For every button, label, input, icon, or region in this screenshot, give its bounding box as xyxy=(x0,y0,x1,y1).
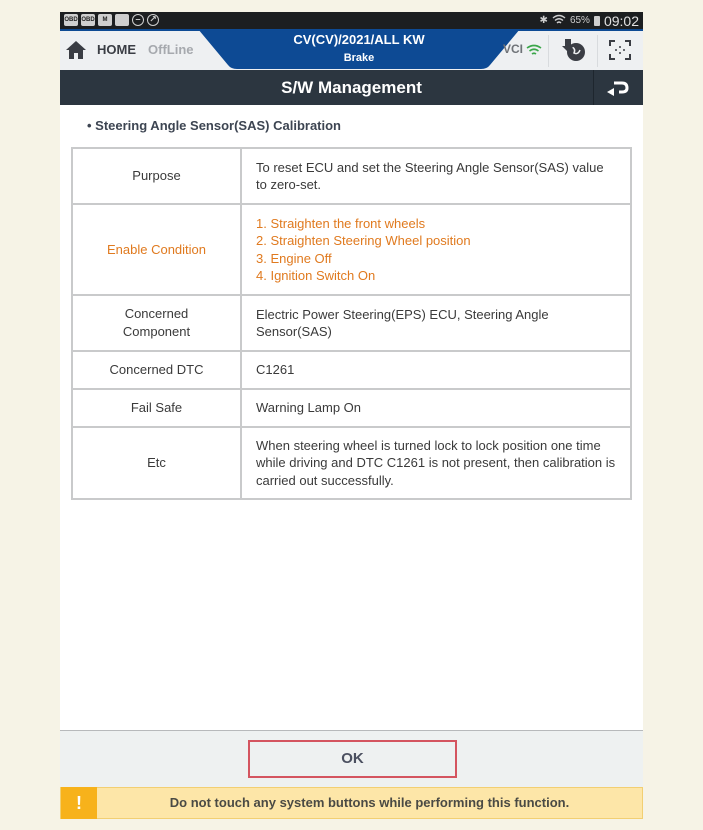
back-icon[interactable] xyxy=(605,77,629,97)
header-divider xyxy=(548,35,549,67)
vehicle-info: CV(CV)/2021/ALL KW xyxy=(293,32,425,47)
compass-icon: ↗ xyxy=(147,14,159,26)
row-value-line: 1. Straighten the front wheels xyxy=(256,215,426,231)
connection-mode: OffLine xyxy=(148,42,194,57)
home-icon[interactable] xyxy=(65,40,87,60)
home-button[interactable]: HOME xyxy=(97,42,136,57)
row-value: To reset ECU and set the Steering Angle … xyxy=(240,147,632,205)
footer-bar: OK xyxy=(60,730,643,787)
obd-icon: OBD xyxy=(81,14,95,26)
battery-icon xyxy=(593,15,600,26)
vci-wifi-icon xyxy=(526,44,542,55)
battery-percent: 65% xyxy=(569,15,590,26)
table-row: Concerned Component Electric Power Steeri… xyxy=(71,294,632,352)
table-row: Enable Condition 1. Straighten the front … xyxy=(71,203,632,296)
clock: 09:02 xyxy=(603,12,639,29)
row-value-line: C1261 xyxy=(256,362,295,378)
do-not-disturb-icon: – xyxy=(132,14,144,26)
row-value-line: 3. Engine Off xyxy=(256,250,332,266)
section-title: • Steering Angle Sensor(SAS) Calibration xyxy=(87,118,341,133)
wifi-icon xyxy=(552,14,566,28)
obd-icon: OBD xyxy=(64,14,78,26)
table-row: Etc When steering wheel is turned lock to… xyxy=(71,426,632,500)
table-row: Purpose To reset ECU and set the Steering… xyxy=(71,147,632,205)
row-value-line: 2. Straighten Steering Wheel position xyxy=(256,233,471,248)
warning-text: Do not touch any system buttons while pe… xyxy=(169,795,570,810)
table-row: Fail Safe Warning Lamp On xyxy=(71,388,632,428)
page-title: S/W Management xyxy=(281,78,422,97)
row-label: Purpose xyxy=(71,147,242,205)
system-name: Brake xyxy=(343,52,375,64)
table-row: Concerned DTC C1261 xyxy=(71,350,632,390)
row-label: Etc xyxy=(71,426,242,500)
row-label: Enable Condition xyxy=(71,203,242,296)
row-label: Fail Safe xyxy=(71,388,242,428)
status-bar: OBD OBD M – ↗ ✱ 65% 09:02 xyxy=(60,12,643,29)
row-value: 1. Straighten the front wheels 2. Straigh… xyxy=(240,203,632,296)
vci-label: VCI xyxy=(503,42,524,56)
ok-button[interactable]: OK xyxy=(248,740,457,778)
gmail-icon: M xyxy=(98,14,112,26)
row-value: C1261 xyxy=(240,350,632,390)
title-divider xyxy=(593,70,594,105)
fullscreen-scan-icon[interactable] xyxy=(609,40,631,60)
row-value-line: To reset ECU and set the Steering Angle … xyxy=(256,159,604,193)
warning-banner: ! Do not touch any system buttons while … xyxy=(60,787,643,819)
header-divider xyxy=(597,35,598,67)
row-value: Warning Lamp On xyxy=(240,388,632,428)
globe-download-icon[interactable] xyxy=(562,38,586,62)
app-header: HOME OffLine CV(CV)/2021/ALL KW Brake VC… xyxy=(60,29,643,70)
row-label: Concerned Component xyxy=(71,294,242,352)
app-screen: OBD OBD M – ↗ ✱ 65% 09:02 HOME OffLine C… xyxy=(60,12,643,819)
notification-icons: OBD OBD M – ↗ xyxy=(64,14,159,26)
row-value: When steering wheel is turned lock to lo… xyxy=(240,426,632,500)
sd-card-icon xyxy=(115,14,129,26)
info-table: Purpose To reset ECU and set the Steering… xyxy=(71,147,632,500)
row-value-line: 4. Ignition Switch On xyxy=(256,268,376,283)
title-bar: S/W Management xyxy=(60,70,643,105)
bluetooth-icon: ✱ xyxy=(539,15,548,26)
row-value: Electric Power Steering(EPS) ECU, Steeri… xyxy=(240,294,632,352)
row-value-line: When steering wheel is turned lock to lo… xyxy=(256,437,616,488)
row-value-line: Warning Lamp On xyxy=(256,400,362,416)
row-label: Concerned DTC xyxy=(71,350,242,390)
warning-icon: ! xyxy=(61,787,97,819)
vci-status[interactable]: VCI xyxy=(503,42,542,56)
row-value-line: Electric Power Steering(EPS) ECU, Steeri… xyxy=(256,306,549,340)
